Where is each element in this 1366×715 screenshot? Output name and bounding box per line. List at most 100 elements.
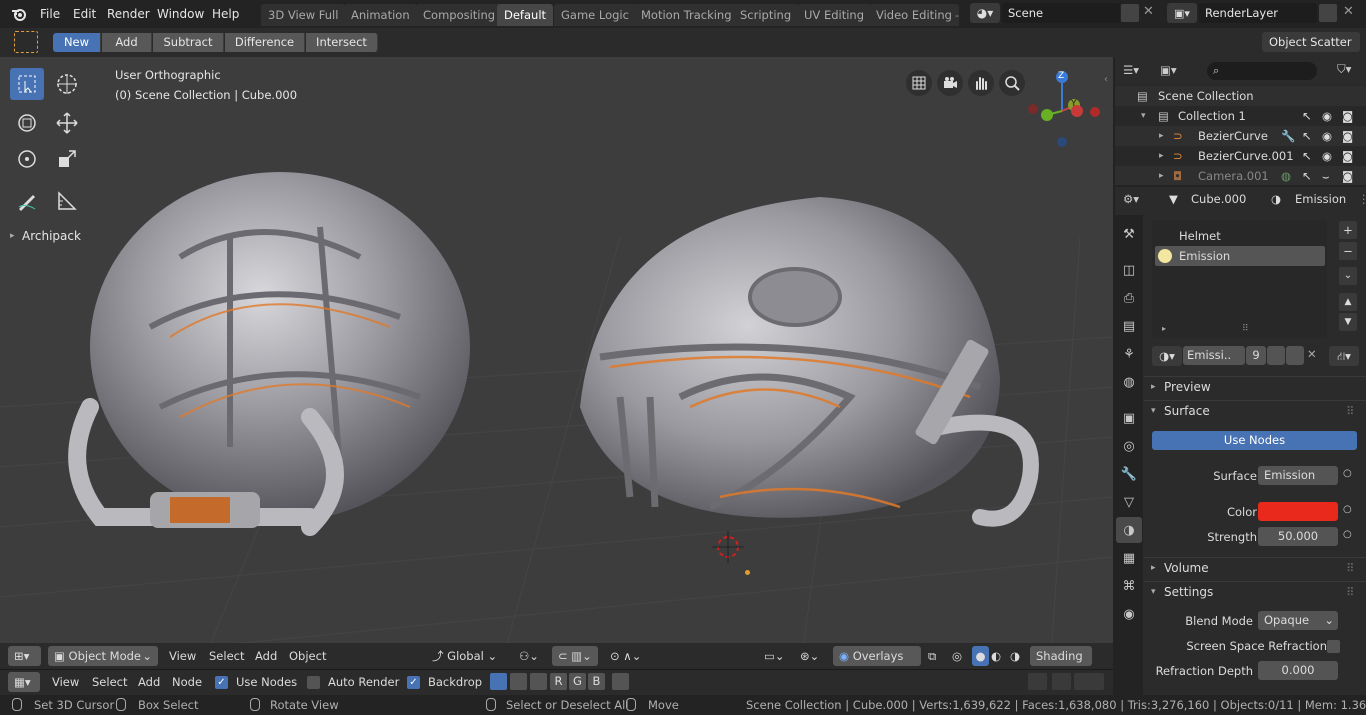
transform-tool-icon[interactable] [10, 107, 44, 139]
shader-link-icon[interactable]: ○ [1343, 468, 1352, 479]
delete-scene-icon[interactable]: ✕ [1143, 4, 1154, 19]
outliner-editor-type-icon[interactable]: ☰▾ [1123, 63, 1139, 77]
transform-orientation-dropdown[interactable]: ⤴ Global ⌄ [432, 646, 510, 666]
expand-arrow-icon[interactable]: ▸ [1159, 126, 1164, 146]
material-slot-helmet[interactable]: Helmet [1155, 226, 1325, 246]
outliner-row-beziercurve[interactable]: ▸ ⊃ BezierCurve 🔧 ↖ ◉ ◙ [1115, 126, 1366, 146]
unlink-material-icon[interactable]: ✕ [1307, 347, 1317, 361]
duplicate-material-icon[interactable] [1286, 346, 1304, 365]
tab-game-logic[interactable]: Game Logic [554, 4, 636, 26]
node-snap-icon[interactable] [1074, 673, 1104, 690]
menu-edit[interactable]: Edit [73, 4, 96, 24]
node-menu-select[interactable]: Select [92, 675, 127, 689]
slot-expand-icon[interactable]: ▸ [1162, 324, 1166, 333]
resize-handle-icon[interactable]: ⠿ [1242, 324, 1249, 334]
color-link-icon[interactable]: ○ [1343, 504, 1352, 515]
strength-field[interactable]: 50.000 [1258, 527, 1338, 546]
hidden-eye-icon[interactable]: ⌣ [1322, 166, 1330, 185]
boolean-intersect-button[interactable]: Intersect [306, 33, 378, 52]
toggle-grid-view-icon[interactable] [906, 70, 932, 96]
tab-compositing[interactable]: Compositing [416, 4, 503, 26]
preview-panel-header[interactable]: ▸ Preview [1144, 376, 1366, 396]
filter-icon[interactable]: ⛉▾ [1337, 62, 1351, 77]
volume-panel-header[interactable]: ▸ Volume ⠿ [1144, 557, 1366, 577]
material-name-field[interactable]: Emissi.. [1183, 346, 1245, 365]
tab-constraints-icon[interactable]: ⌘ [1116, 573, 1142, 599]
selectable-icon[interactable]: ↖ [1302, 166, 1312, 185]
material-slot-emission[interactable]: Emission [1155, 246, 1325, 266]
annotate-tool-icon[interactable] [10, 185, 44, 217]
tab-world-icon[interactable]: ◍ [1116, 369, 1142, 395]
tab-video-editing[interactable]: Video Editing [869, 4, 959, 26]
tab-view-layer-icon[interactable]: ▤ [1116, 313, 1142, 339]
tab-3d-view-full[interactable]: 3D View Full [261, 4, 346, 26]
node-menu-add[interactable]: Add [138, 675, 160, 689]
properties-options-icon[interactable]: ⋮ [1358, 192, 1366, 206]
shading-wireframe-icon[interactable]: ◎ [952, 646, 962, 666]
boolean-add-button[interactable]: Add [102, 33, 152, 52]
material-users-count[interactable]: 9 [1246, 346, 1266, 365]
remove-slot-icon[interactable]: − [1339, 242, 1357, 260]
tab-tool-icon[interactable]: ⚒ [1116, 221, 1142, 247]
outliner-search-input[interactable]: ⌕ [1207, 62, 1317, 80]
ssr-checkbox[interactable] [1327, 640, 1340, 653]
render-camera-icon[interactable]: ◙ [1342, 166, 1353, 185]
channel-g-button[interactable]: G [569, 673, 586, 690]
viewport-menu-select[interactable]: Select [209, 646, 244, 666]
tab-animation[interactable]: Animation [344, 4, 417, 26]
scene-name-field[interactable]: Scene [1002, 3, 1120, 23]
snap-icon[interactable]: ⊂ ▥⌄ [552, 646, 598, 666]
pan-view-icon[interactable] [968, 70, 994, 96]
visibility-eye-icon[interactable]: ◉ [1322, 146, 1332, 166]
color-swatch[interactable] [1258, 502, 1338, 521]
visibility-eye-icon[interactable]: ◉ [1322, 126, 1332, 146]
tab-object-data-icon[interactable]: ▽ [1116, 489, 1142, 515]
tab-render-icon[interactable]: ◫ [1116, 257, 1142, 283]
new-render-layer-icon[interactable] [1319, 4, 1337, 22]
sidebar-toggle-icon[interactable]: ‹ [1104, 74, 1108, 85]
tab-particles-icon[interactable]: ◎ [1116, 433, 1142, 459]
node-menu-node[interactable]: Node [172, 675, 202, 689]
tab-texture-icon[interactable]: ▦ [1116, 545, 1142, 571]
3d-viewport[interactable]: User Orthographic (0) Scene Collection |… [0, 57, 1113, 669]
tab-scripting[interactable]: Scripting [733, 4, 799, 26]
render-camera-icon[interactable]: ◙ [1342, 126, 1353, 146]
drag-handle-icon[interactable]: ⠿ [1346, 401, 1354, 421]
viewport-menu-object[interactable]: Object [289, 646, 326, 666]
strength-link-icon[interactable]: ○ [1343, 529, 1352, 540]
tab-physics-icon[interactable]: ◉ [1116, 601, 1142, 627]
delete-render-layer-icon[interactable]: ✕ [1343, 4, 1354, 19]
3d-cursor-icon[interactable] [710, 529, 750, 569]
outliner-display-mode-icon[interactable]: ▣▾ [1160, 63, 1177, 77]
link-type-icon[interactable]: ⛙▾ [1329, 346, 1359, 366]
parent-node-tree-icon[interactable] [1028, 673, 1047, 690]
archipack-panel-label[interactable]: Archipack [22, 229, 81, 243]
pin-node-tree-icon[interactable] [1052, 673, 1071, 690]
channel-r-button[interactable]: R [550, 673, 567, 690]
boolean-subtract-button[interactable]: Subtract [153, 33, 224, 52]
gizmo-toggle-icon[interactable]: ⊛⌄ [800, 646, 819, 666]
tab-output-icon[interactable]: ⎙ [1116, 285, 1142, 311]
editor-type-icon[interactable]: ⊞▾ [8, 646, 41, 666]
drag-handle-icon[interactable]: ⠿ [1346, 558, 1354, 578]
outliner-row-scene-collection[interactable]: ▤ Scene Collection [1115, 86, 1366, 106]
outliner-row-collection-1[interactable]: ▾ ▤ Collection 1 ↖ ◉ ◙ [1115, 106, 1366, 126]
tab-object-icon[interactable]: ▣ [1116, 405, 1142, 431]
move-slot-up-icon[interactable]: ▲ [1339, 293, 1357, 311]
proportional-edit-icon[interactable]: ⊙ ∧⌄ [610, 646, 641, 666]
outliner-row-beziercurve-001[interactable]: ▸ ⊃ BezierCurve.001 ↖ ◉ ◙ [1115, 146, 1366, 166]
archipack-expand-icon[interactable]: ▸ [10, 231, 15, 241]
modifier-wrench-icon[interactable]: 🔧 [1281, 126, 1295, 146]
visibility-eye-icon[interactable]: ◉ [1322, 106, 1332, 126]
tab-default[interactable]: Default [497, 4, 554, 26]
fake-user-icon[interactable] [1267, 346, 1285, 365]
tab-motion-tracking[interactable]: Motion Tracking [634, 4, 739, 26]
surface-shader-dropdown[interactable]: Emission [1258, 466, 1338, 485]
shading-material-icon[interactable]: ◐ [991, 646, 1001, 666]
new-scene-icon[interactable] [1121, 4, 1139, 22]
sample-color-icon[interactable] [612, 673, 629, 690]
settings-panel-header[interactable]: ▾ Settings ⠿ [1144, 581, 1366, 601]
menu-window[interactable]: Window [157, 4, 204, 24]
slot-specials-icon[interactable]: ⌄ [1339, 267, 1357, 285]
backdrop-channel-icon[interactable] [490, 673, 507, 690]
